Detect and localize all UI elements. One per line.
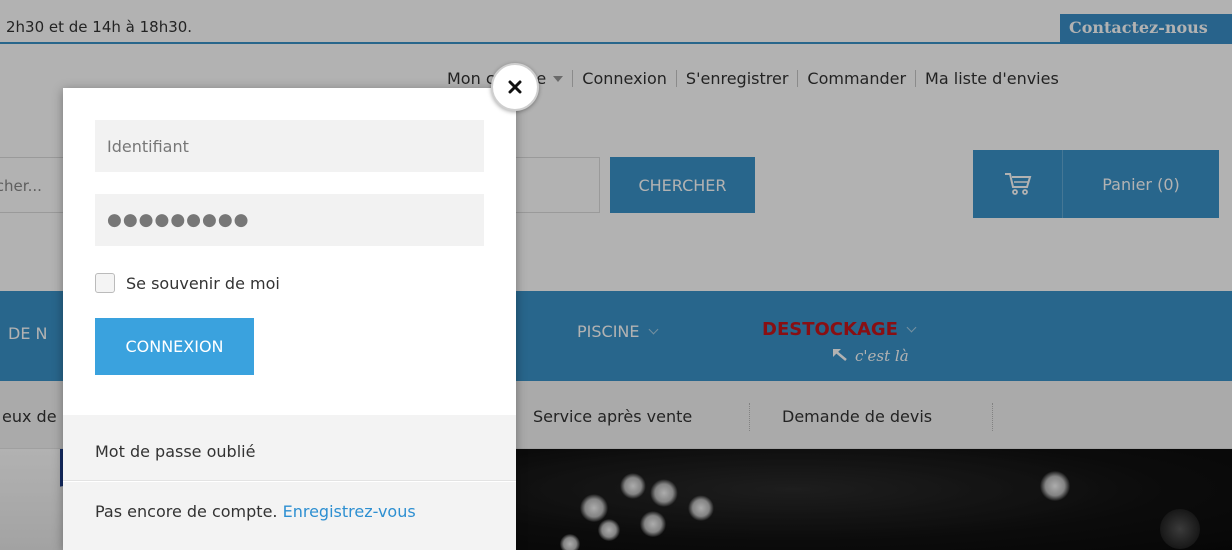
register-prompt: Pas encore de compte. Enregistrez-vous bbox=[63, 482, 516, 550]
register-link[interactable]: Enregistrez-vous bbox=[283, 502, 416, 521]
forgot-password-link[interactable]: Mot de passe oublié bbox=[63, 415, 516, 481]
remember-me[interactable]: Se souvenir de moi bbox=[95, 273, 280, 293]
close-icon bbox=[508, 80, 522, 94]
password-input[interactable]: ●●●●●●●●● bbox=[95, 194, 484, 246]
username-input[interactable]: Identifiant bbox=[95, 120, 484, 172]
remember-me-checkbox[interactable] bbox=[95, 273, 115, 293]
no-account-text: Pas encore de compte. bbox=[95, 502, 278, 521]
password-value: ●●●●●●●●● bbox=[107, 210, 250, 230]
remember-me-label: Se souvenir de moi bbox=[126, 273, 280, 293]
login-modal: Identifiant ●●●●●●●●● Se souvenir de moi… bbox=[63, 88, 516, 550]
username-placeholder: Identifiant bbox=[107, 136, 189, 156]
login-submit-button[interactable]: CONNEXION bbox=[95, 318, 254, 375]
close-modal-button[interactable] bbox=[491, 63, 539, 111]
